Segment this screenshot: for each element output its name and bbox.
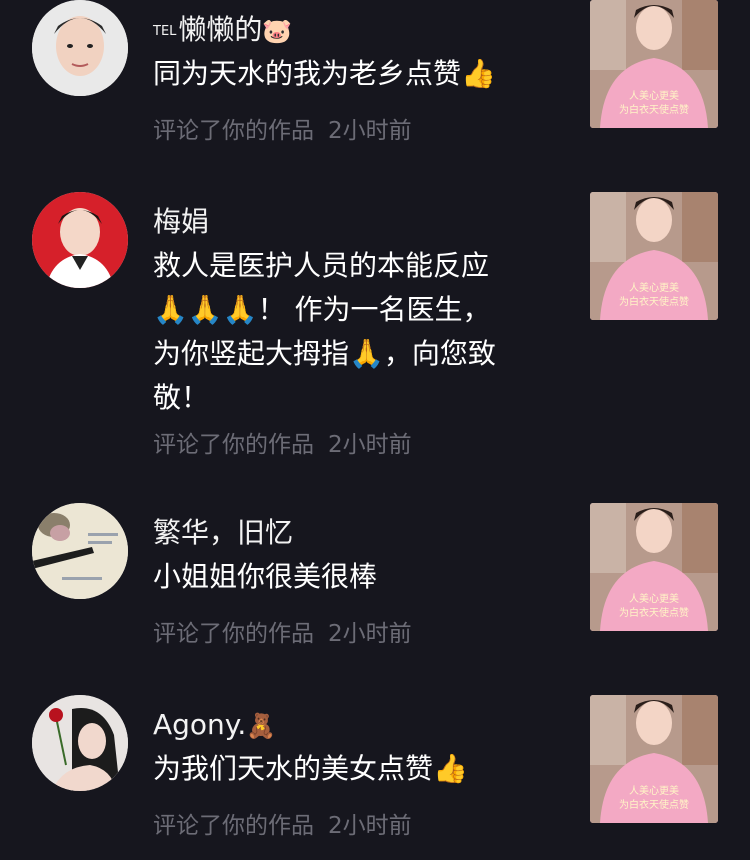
comment-meta: 评论了你的作品 2小时前 — [153, 811, 412, 841]
video-thumbnail[interactable]: 人美心更美 为白衣天使点赞 — [590, 503, 718, 631]
video-thumbnail[interactable]: 人美心更美 为白衣天使点赞 — [590, 0, 718, 128]
username-prefix: TEL — [153, 24, 177, 39]
comment-time: 2小时前 — [328, 118, 412, 144]
avatar-image — [32, 503, 128, 599]
comment-meta: 评论了你的作品 2小时前 — [153, 619, 412, 649]
thumbnail-caption: 人美心更美 为白衣天使点赞 — [619, 283, 689, 308]
comment-meta: 评论了你的作品 2小时前 — [153, 430, 412, 460]
avatar[interactable] — [32, 0, 128, 96]
thumbnail-caption: 人美心更美 为白衣天使点赞 — [619, 594, 689, 619]
avatar[interactable] — [32, 503, 128, 599]
comment-line: 同为天水的我为老乡点赞👍 — [153, 57, 496, 90]
comment-text: 为我们天水的美女点赞👍 — [153, 747, 553, 791]
pig-icon: 🐷 — [262, 17, 293, 45]
teddy-bear-icon: 🧸 — [246, 712, 277, 740]
avatar-image — [32, 192, 128, 288]
comment-text: 同为天水的我为老乡点赞👍 — [153, 52, 553, 96]
username[interactable]: 梅娟 — [153, 204, 209, 240]
avatar-image — [32, 695, 128, 791]
thumbnail-caption: 人美心更美 为白衣天使点赞 — [619, 91, 689, 116]
username[interactable]: 繁华，旧忆 — [153, 515, 293, 551]
comment-time: 2小时前 — [328, 432, 412, 458]
comment-line: 小姐姐你很美很棒 — [153, 560, 378, 593]
comment-text: 小姐姐你很美很棒 — [153, 555, 553, 599]
username-text: 繁华，旧忆 — [153, 516, 294, 549]
comment-line: 为你竖起大拇指🙏，向您致 — [153, 337, 496, 370]
video-thumbnail[interactable]: 人美心更美 为白衣天使点赞 — [590, 192, 718, 320]
avatar[interactable] — [32, 695, 128, 791]
comment-line: 为我们天水的美女点赞👍 — [153, 752, 468, 785]
comment-line: 救人是医护人员的本能反应 — [153, 249, 490, 282]
comment-action: 评论了你的作品 — [153, 118, 314, 144]
comment-line: 🙏🙏🙏！ 作为一名医生， — [153, 293, 491, 326]
thumbnail-caption: 人美心更美 为白衣天使点赞 — [619, 786, 689, 811]
comment-line: 敬！ — [153, 381, 210, 414]
username-text: Agony. — [153, 708, 247, 741]
avatar[interactable] — [32, 192, 128, 288]
comment-time: 2小时前 — [328, 621, 412, 647]
username[interactable]: TEL懒懒的🐷 — [153, 12, 292, 49]
username-text: 梅娟 — [153, 205, 210, 238]
comment-action: 评论了你的作品 — [153, 621, 314, 647]
comment-action: 评论了你的作品 — [153, 432, 314, 458]
avatar-image — [32, 0, 128, 96]
comment-text: 救人是医护人员的本能反应 🙏🙏🙏！ 作为一名医生， 为你竖起大拇指🙏，向您致 敬… — [153, 244, 553, 420]
video-thumbnail[interactable]: 人美心更美 为白衣天使点赞 — [590, 695, 718, 823]
comment-time: 2小时前 — [328, 813, 412, 839]
username-text: 懒懒的 — [178, 13, 263, 46]
username[interactable]: Agony.🧸 — [153, 707, 276, 744]
comment-meta: 评论了你的作品 2小时前 — [153, 116, 412, 146]
comment-action: 评论了你的作品 — [153, 813, 314, 839]
